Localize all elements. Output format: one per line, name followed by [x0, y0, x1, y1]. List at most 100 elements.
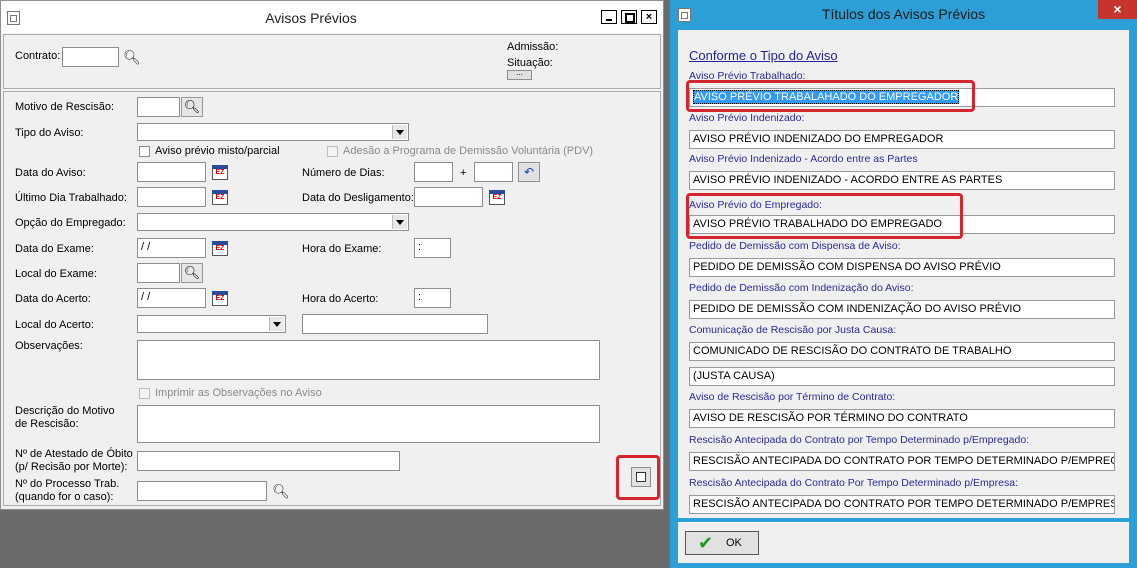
minimize-button[interactable] — [601, 10, 617, 24]
data-aviso-input[interactable] — [137, 162, 206, 182]
tipo-label: Tipo do Aviso: — [15, 127, 84, 139]
contrato-label: Contrato: — [15, 50, 61, 62]
opcao-label: Opção do Empregado: — [15, 217, 126, 229]
justa-causa-input-line2[interactable]: (JUSTA CAUSA) — [689, 367, 1115, 386]
form-panel: Motivo de Rescisão: 🔍︎ Tipo do Aviso: Av… — [3, 91, 661, 506]
close-button[interactable]: × — [1098, 0, 1137, 19]
misto-checkbox[interactable] — [139, 146, 150, 157]
local-acerto-select[interactable] — [137, 315, 286, 333]
hora-acerto-label: Hora do Acerto: — [302, 293, 379, 305]
pedido-dispensa-input[interactable]: PEDIDO DE DEMISSÃO COM DISPENSA DO AVISO… — [689, 258, 1115, 277]
local-exame-label: Local do Exame: — [15, 268, 97, 280]
ultimo-dia-label: Último Dia Trabalhado: — [15, 192, 127, 204]
tipo-aviso-select[interactable] — [137, 123, 409, 141]
hora-exame-label: Hora do Exame: — [302, 243, 382, 255]
numero-dias-input[interactable] — [414, 162, 453, 182]
undo-icon[interactable]: ↶ — [518, 162, 540, 182]
list-icon — [636, 472, 646, 482]
section-heading: Conforme o Tipo do Aviso — [689, 48, 838, 63]
highlight-box — [686, 80, 975, 112]
highlight-box — [686, 193, 963, 239]
dias-extra-input[interactable] — [474, 162, 513, 182]
search-icon[interactable]: 🔍︎ — [271, 481, 291, 501]
data-acerto-label: Data do Acerto: — [15, 293, 91, 305]
ok-button[interactable]: ✔ OK — [685, 531, 759, 555]
search-icon[interactable]: 🔍︎ — [181, 97, 203, 117]
calendar-icon[interactable]: EZ — [489, 190, 505, 205]
contract-panel: Contrato: 🔍︎ Admissão: Situação: ... — [3, 34, 661, 89]
hora-acerto-input[interactable]: : — [414, 288, 451, 308]
processo-trab-input[interactable] — [137, 481, 267, 501]
window-title: Avisos Prévios — [265, 10, 357, 26]
opcao-empregado-select[interactable] — [137, 213, 409, 231]
data-exame-label: Data do Exame: — [15, 243, 94, 255]
title-bar: Avisos Prévios × — [1, 1, 663, 33]
chevron-down-icon — [392, 215, 407, 229]
calendar-icon[interactable]: EZ — [212, 165, 228, 180]
antecipada-empregado-input[interactable]: RESCISÃO ANTECIPADA DO CONTRATO POR TEMP… — [689, 452, 1115, 471]
descricao-textarea[interactable] — [137, 405, 600, 443]
atestado-obito-input[interactable] — [137, 451, 400, 471]
pedido-indenizacao-input[interactable]: PEDIDO DE DEMISSÃO COM INDENIZAÇÃO DO AV… — [689, 300, 1115, 319]
titulos-avisos-window: Títulos dos Avisos Prévios × Conforme o … — [670, 0, 1137, 568]
dialog-footer: ✔ OK — [678, 522, 1129, 563]
motivo-label: Motivo de Rescisão: — [15, 101, 115, 113]
pdv-label: Adesão a Programa de Demissão Voluntária… — [343, 145, 594, 157]
field-label: Aviso Prévio Indenizado - Acordo entre a… — [689, 153, 918, 165]
contrato-input[interactable] — [62, 47, 119, 67]
field-label: Rescisão Antecipada do Contrato por Temp… — [689, 434, 1030, 446]
aviso-indenizado-input[interactable]: AVISO PRÉVIO INDENIZADO DO EMPREGADOR — [689, 130, 1115, 149]
avisos-previos-window: Avisos Prévios × Contrato: 🔍︎ Admissão: … — [0, 0, 664, 510]
data-exame-input[interactable]: / / — [137, 238, 206, 258]
termino-contrato-input[interactable]: AVISO DE RESCISÃO POR TÉRMINO DO CONTRAT… — [689, 409, 1115, 428]
processo-label-line1: Nº do Processo Trab. — [15, 478, 120, 490]
descricao-label-line2: de Rescisão: — [15, 418, 79, 430]
maximize-button[interactable] — [621, 10, 637, 24]
observacoes-textarea[interactable] — [137, 340, 600, 380]
hora-exame-input[interactable]: : — [414, 238, 451, 258]
data-aviso-label: Data do Aviso: — [15, 167, 86, 179]
window-title: Títulos dos Avisos Prévios — [821, 6, 986, 22]
search-icon[interactable]: 🔍︎ — [122, 47, 142, 67]
chevron-down-icon — [392, 125, 407, 139]
numero-dias-label: Número de Dias: — [302, 167, 385, 179]
field-label: Pedido de Demissão com Indenização do Av… — [689, 282, 914, 294]
calendar-icon[interactable]: EZ — [212, 190, 228, 205]
data-desligamento-input[interactable] — [414, 187, 483, 207]
justa-causa-input-line1[interactable]: COMUNICADO DE RESCISÃO DO CONTRATO DE TR… — [689, 342, 1115, 361]
check-icon: ✔ — [698, 533, 714, 553]
data-desligamento-label: Data do Desligamento: — [302, 192, 414, 204]
titulos-avisos-button[interactable] — [631, 467, 651, 487]
ultimo-dia-input[interactable] — [137, 187, 206, 207]
imprimir-observacoes-checkbox[interactable] — [139, 388, 150, 399]
field-label: Pedido de Demissão com Dispensa de Aviso… — [689, 240, 901, 252]
situacao-label: Situação: — [507, 57, 553, 69]
observacoes-label: Observações: — [15, 340, 83, 352]
misto-label: Aviso prévio misto/parcial — [155, 145, 280, 157]
pdv-checkbox[interactable] — [327, 146, 338, 157]
local-exame-input[interactable] — [137, 263, 180, 283]
local-acerto-descricao-input[interactable] — [302, 314, 488, 334]
calendar-icon[interactable]: EZ — [212, 241, 228, 256]
titles-panel: Conforme o Tipo do Aviso Aviso Prévio Tr… — [678, 30, 1129, 518]
descricao-label-line1: Descrição do Motivo — [15, 405, 115, 417]
calendar-icon[interactable]: EZ — [212, 291, 228, 306]
aviso-acordo-input[interactable]: AVISO PRÉVIO INDENIZADO - ACORDO ENTRE A… — [689, 171, 1115, 190]
antecipada-empresa-input[interactable]: RESCISÃO ANTECIPADA DO CONTRATO POR TEMP… — [689, 495, 1115, 514]
processo-label-line2: (quando for o caso): — [15, 491, 114, 503]
chevron-down-icon — [269, 317, 284, 331]
local-acerto-label: Local do Acerto: — [15, 319, 94, 331]
motivo-input[interactable] — [137, 97, 180, 117]
search-icon[interactable]: 🔍︎ — [181, 263, 203, 283]
field-label: Rescisão Antecipada do Contrato Por Temp… — [689, 477, 1018, 489]
plus-sign: + — [460, 167, 467, 179]
atestado-label-line1: Nº de Atestado de Óbito — [15, 448, 133, 460]
admissao-label: Admissão: — [507, 41, 559, 53]
atestado-label-line2: (p/ Recisão por Morte): — [15, 461, 128, 473]
field-label: Aviso Prévio Indenizado: — [689, 112, 805, 124]
field-label: Comunicação de Rescisão por Justa Causa: — [689, 324, 897, 336]
imprimir-observacoes-label: Imprimir as Observações no Aviso — [155, 387, 322, 399]
data-acerto-input[interactable]: / / — [137, 288, 206, 308]
situacao-ellipsis-button[interactable]: ... — [507, 69, 532, 80]
close-button[interactable]: × — [641, 10, 657, 24]
